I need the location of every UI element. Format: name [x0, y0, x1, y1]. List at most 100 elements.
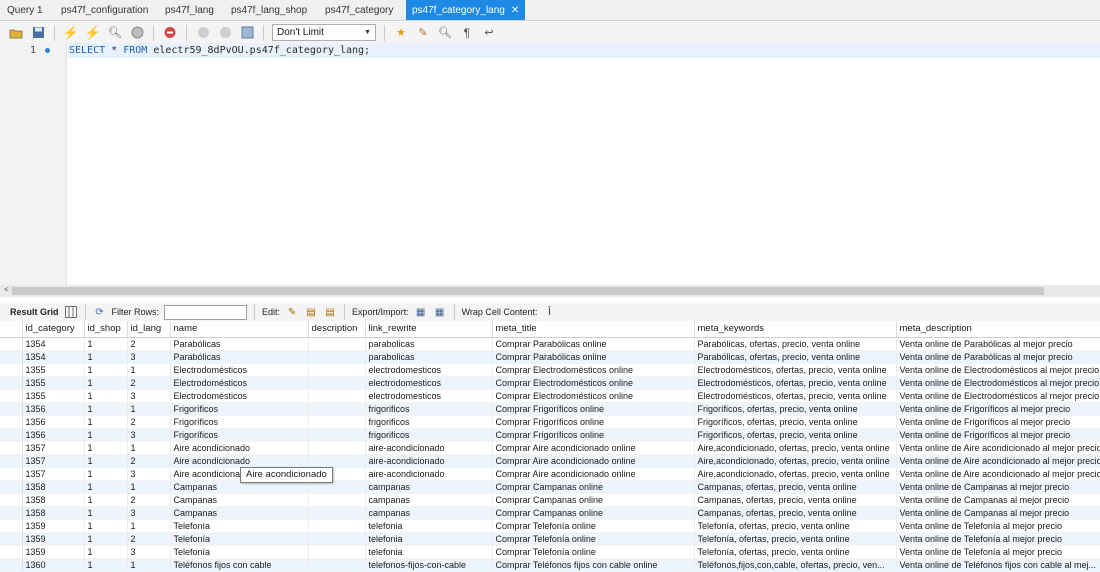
cell-meta-title[interactable]: Comprar Aire acondicionado online	[492, 441, 695, 455]
cell-id-category[interactable]: 1355	[22, 363, 85, 377]
row-selector[interactable]	[0, 337, 23, 351]
cell-meta-keywords[interactable]: Aire,acondicionado, ofertas, precio, ven…	[694, 467, 897, 481]
cell-meta-description[interactable]: Venta online de Telefonía al mejor preci…	[896, 519, 1100, 533]
delete-row-icon[interactable]: ▤	[323, 306, 337, 319]
cell-meta-description[interactable]: Venta online de Aire acondicionado al me…	[896, 441, 1100, 455]
cell-description[interactable]	[308, 402, 366, 416]
cell-id-category[interactable]: 1357	[22, 467, 85, 481]
cell-description[interactable]	[308, 428, 366, 442]
cell-id-shop[interactable]: 1	[84, 480, 128, 494]
cell-meta-description[interactable]: Venta online de Electrodomésticos al mej…	[896, 389, 1100, 403]
result-grid-label[interactable]: Result Grid	[10, 307, 59, 317]
cell-meta-title[interactable]: Comprar Frigoríficos online	[492, 402, 695, 416]
cell-name[interactable]: Telefonía	[170, 545, 309, 559]
cell-name[interactable]: Telefonía	[170, 519, 309, 533]
tab-ps47f-category[interactable]: ps47f_category	[318, 0, 406, 20]
cell-id-shop[interactable]: 1	[84, 350, 128, 364]
tab-ps47f-category-lang[interactable]: ps47f_category_lang ✕	[406, 0, 526, 20]
column-header-meta-title[interactable]: meta_title	[492, 321, 695, 338]
cell-id-lang[interactable]: 1	[127, 519, 171, 533]
cell-id-lang[interactable]: 1	[127, 363, 171, 377]
cell-id-shop[interactable]: 1	[84, 545, 128, 559]
cell-name[interactable]: Campanas	[170, 493, 309, 507]
cell-link-rewrite[interactable]: electrodomesticos	[365, 376, 493, 390]
table-row[interactable]: 1354 1 2 Parabólicas parabolicas Comprar Para…	[0, 337, 1100, 351]
cell-meta-keywords[interactable]: Electrodomésticos, ofertas, precio, vent…	[694, 376, 897, 390]
cell-id-category[interactable]: 1356	[22, 428, 85, 442]
cell-meta-keywords[interactable]: Parabólicas, ofertas, precio, venta onli…	[694, 350, 897, 364]
table-row[interactable]: 1359 1 2 Telefonía telefonia Comprar Telefoní…	[0, 532, 1100, 546]
cell-id-lang[interactable]: 1	[127, 480, 171, 494]
cell-meta-title[interactable]: Comprar Frigoríficos online	[492, 415, 695, 429]
cell-name[interactable]: Telefonía	[170, 532, 309, 546]
table-row[interactable]: 1358 1 1 Campanas campanas Comprar Campanas o…	[0, 480, 1100, 494]
cell-meta-title[interactable]: Comprar Aire acondicionado online	[492, 467, 695, 481]
commit-icon[interactable]	[195, 25, 211, 40]
cell-meta-keywords[interactable]: Telefonía, ofertas, precio, venta online	[694, 545, 897, 559]
cell-meta-keywords[interactable]: Campanas, ofertas, precio, venta online	[694, 480, 897, 494]
cell-meta-title[interactable]: Comprar Parabólicas online	[492, 350, 695, 364]
cell-id-shop[interactable]: 1	[84, 506, 128, 520]
cell-meta-keywords[interactable]: Electrodomésticos, ofertas, precio, vent…	[694, 389, 897, 403]
result-grid[interactable]: id_category id_shop id_lang name descrip…	[0, 321, 1100, 572]
cell-name[interactable]: Parabólicas	[170, 350, 309, 364]
table-row[interactable]: 1357 1 2 Aire acondicionado aire-acondiciona…	[0, 454, 1100, 468]
row-selector[interactable]	[0, 350, 23, 364]
cell-name[interactable]: Frigoríficos	[170, 402, 309, 416]
cell-meta-description[interactable]: Venta online de Parabólicas al mejor pre…	[896, 350, 1100, 364]
table-row[interactable]: 1355 1 3 Electrodomésticos electrodomesticos…	[0, 389, 1100, 403]
save-icon[interactable]	[30, 25, 46, 40]
sql-editor[interactable]: 1 SELECT * FROM electr59_8dPvOU.ps47f_ca…	[0, 43, 1100, 285]
cell-meta-title[interactable]: Comprar Campanas online	[492, 506, 695, 520]
cell-id-lang[interactable]: 2	[127, 376, 171, 390]
cell-link-rewrite[interactable]: electrodomesticos	[365, 363, 493, 377]
cell-meta-keywords[interactable]: Aire,acondicionado, ofertas, precio, ven…	[694, 454, 897, 468]
edit-row-icon[interactable]: ✎	[285, 306, 299, 319]
cell-name[interactable]: Frigoríficos	[170, 428, 309, 442]
cell-id-shop[interactable]: 1	[84, 454, 128, 468]
cell-meta-title[interactable]: Comprar Telefonía online	[492, 519, 695, 533]
table-row[interactable]: 1356 1 3 Frigoríficos frigorificos Comprar Fr…	[0, 428, 1100, 442]
toggle-continue-on-error-icon[interactable]	[162, 25, 178, 40]
cell-link-rewrite[interactable]: aire-acondicionado	[365, 454, 493, 468]
cell-link-rewrite[interactable]: frigorificos	[365, 415, 493, 429]
cell-meta-title[interactable]: Comprar Aire acondicionado online	[492, 454, 695, 468]
row-selector[interactable]	[0, 545, 23, 559]
column-header-link-rewrite[interactable]: link_rewrite	[365, 321, 493, 338]
column-header-id-category[interactable]: id_category	[22, 321, 85, 338]
cell-description[interactable]	[308, 337, 366, 351]
cell-meta-description[interactable]: Venta online de Telefonía al mejor preci…	[896, 545, 1100, 559]
wrap-lines-icon[interactable]: ↩	[481, 25, 497, 40]
table-row[interactable]: 1355 1 2 Electrodomésticos electrodomesticos…	[0, 376, 1100, 390]
cell-name[interactable]: Electrodomésticos	[170, 389, 309, 403]
cell-id-shop[interactable]: 1	[84, 493, 128, 507]
cell-description[interactable]	[308, 506, 366, 520]
table-row[interactable]: 1354 1 3 Parabólicas parabolicas Comprar Para…	[0, 350, 1100, 364]
autocommit-icon[interactable]	[239, 25, 255, 40]
cell-meta-keywords[interactable]: Campanas, ofertas, precio, venta online	[694, 506, 897, 520]
cell-id-category[interactable]: 1358	[22, 480, 85, 494]
cell-meta-keywords[interactable]: Frigoríficos, ofertas, precio, venta onl…	[694, 415, 897, 429]
cell-id-category[interactable]: 1358	[22, 506, 85, 520]
cell-link-rewrite[interactable]: frigorificos	[365, 428, 493, 442]
cell-meta-description[interactable]: Venta online de Frigoríficos al mejor pr…	[896, 428, 1100, 442]
cell-description[interactable]	[308, 493, 366, 507]
cell-meta-title[interactable]: Comprar Electrodomésticos online	[492, 389, 695, 403]
cell-meta-keywords[interactable]: Aire,acondicionado, ofertas, precio, ven…	[694, 441, 897, 455]
rollback-icon[interactable]	[217, 25, 233, 40]
cell-link-rewrite[interactable]: telefonia	[365, 532, 493, 546]
row-selector[interactable]	[0, 506, 23, 520]
scroll-left-icon[interactable]: <	[4, 285, 9, 294]
cell-name[interactable]: Electrodomésticos	[170, 363, 309, 377]
sql-statement-line[interactable]: SELECT * FROM electr59_8dPvOU.ps47f_cate…	[68, 43, 1100, 58]
cell-id-category[interactable]: 1355	[22, 389, 85, 403]
cell-id-shop[interactable]: 1	[84, 467, 128, 481]
cell-id-shop[interactable]: 1	[84, 441, 128, 455]
cell-id-shop[interactable]: 1	[84, 428, 128, 442]
cell-link-rewrite[interactable]: parabolicas	[365, 337, 493, 351]
row-selector[interactable]	[0, 493, 23, 507]
table-row[interactable]: 1356 1 2 Frigoríficos frigorificos Comprar Fr…	[0, 415, 1100, 429]
cell-id-category[interactable]: 1357	[22, 454, 85, 468]
cell-description[interactable]	[308, 389, 366, 403]
beautify-brush-icon[interactable]: ✎	[415, 25, 431, 40]
